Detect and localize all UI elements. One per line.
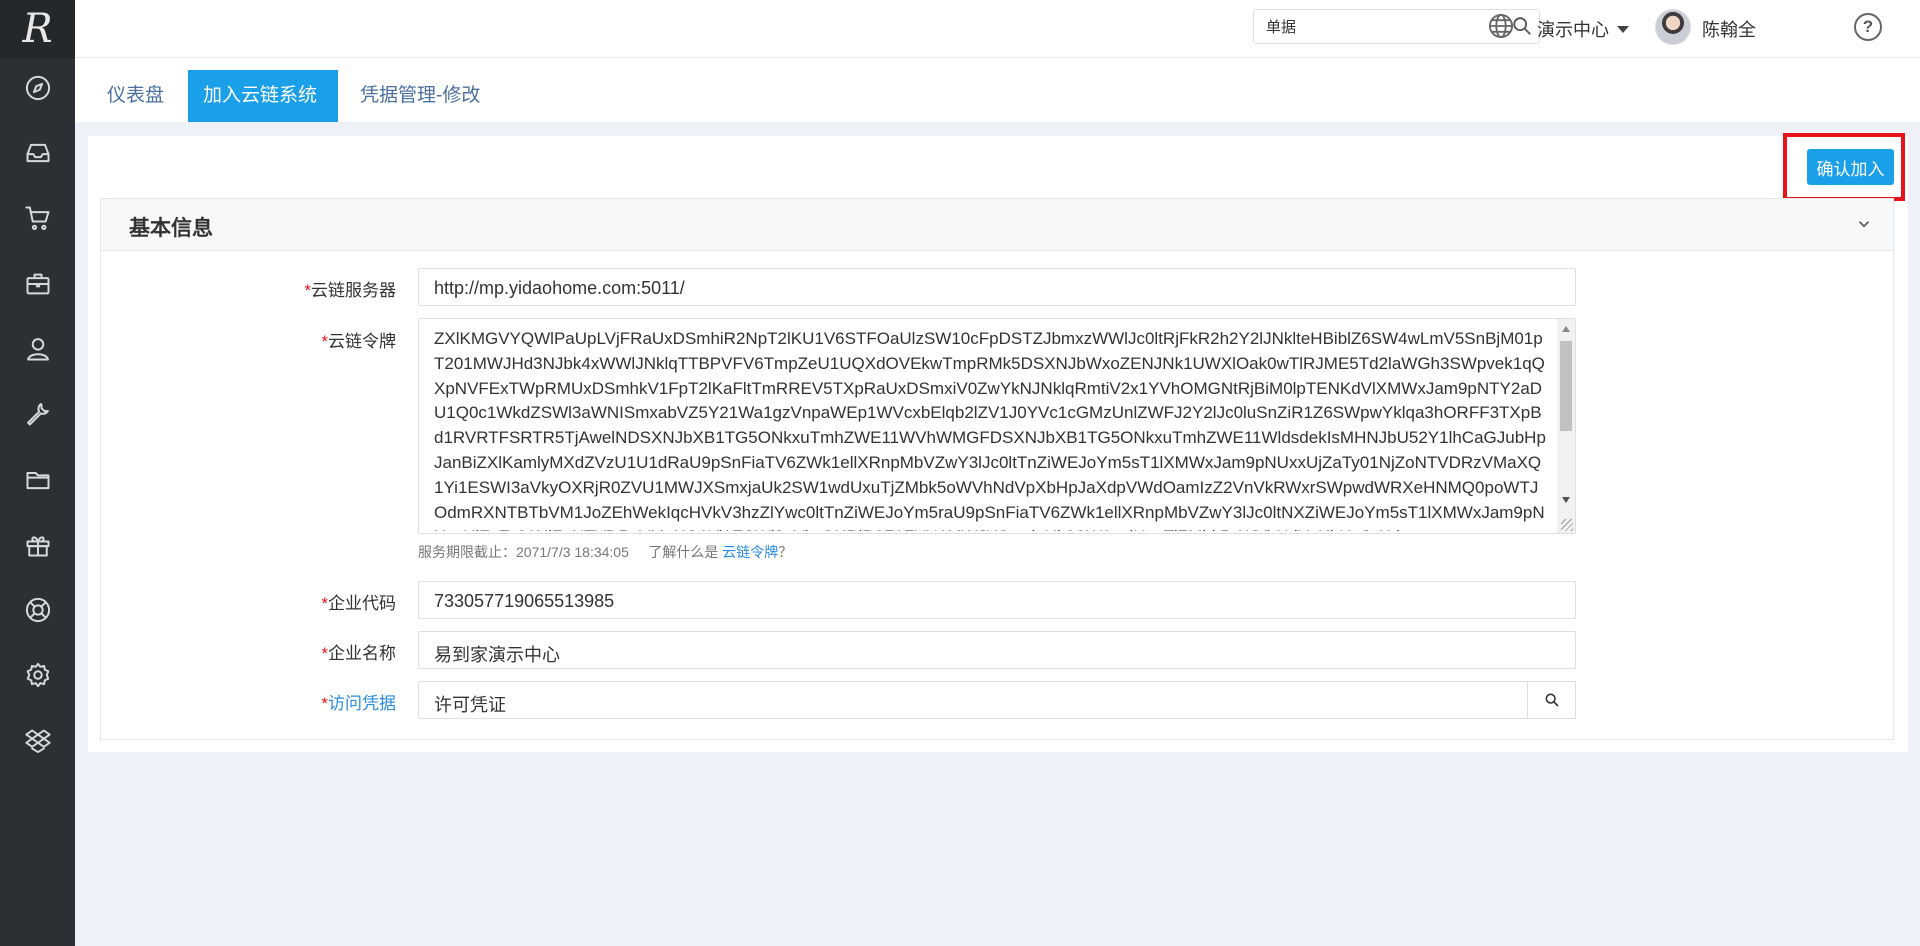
gear-icon [26, 662, 49, 688]
nav-settings[interactable] [0, 653, 75, 697]
resize-handle[interactable] [1561, 519, 1573, 531]
scroll-down-icon[interactable] [1562, 497, 1570, 503]
gift-icon [26, 536, 49, 557]
section-header[interactable]: 基本信息 [101, 199, 1893, 251]
required-mark: * [321, 694, 328, 713]
tab-label: 加入云链系统 [203, 85, 318, 106]
server-label: *云链服务器 [304, 281, 396, 300]
nav-compass[interactable] [0, 66, 75, 110]
token-help-link[interactable]: 云链令牌 [722, 544, 778, 560]
nav-user[interactable] [0, 327, 75, 371]
briefcase-icon [26, 273, 49, 295]
user-icon [26, 338, 49, 361]
company-code-field[interactable]: 733057719065513985 [418, 581, 1576, 619]
org-switcher[interactable]: 演示中心 [1537, 16, 1629, 42]
nav-folder[interactable] [0, 458, 75, 502]
required-mark: * [304, 281, 311, 300]
org-label: 演示中心 [1537, 20, 1609, 40]
token-text[interactable]: ZXlKMGVYQWlPaUpLVjFRaUxDSmhiR2NpT2lKU1V6… [434, 327, 1549, 531]
nav-cart[interactable] [0, 196, 75, 240]
username[interactable]: 陈翰全 [1702, 16, 1756, 42]
name-label: *企业名称 [321, 644, 396, 663]
search-icon [1545, 693, 1559, 707]
inbox-icon [26, 143, 49, 163]
search-input[interactable] [1254, 10, 1494, 43]
confirm-join-button[interactable]: 确认加入 [1807, 149, 1894, 185]
tab-label: 凭据管理-修改 [360, 85, 481, 106]
tab-bar: 仪表盘 加入云链系统✖ 凭据管理-修改 [75, 58, 1920, 157]
app-logo[interactable]: R [0, 0, 75, 58]
folder-icon [26, 472, 49, 490]
avatar[interactable] [1655, 9, 1691, 45]
tab-join-cloud-chain[interactable]: 加入云链系统✖ [188, 70, 338, 157]
tab-credential-edit[interactable]: 凭据管理-修改 [345, 70, 495, 122]
token-hint: 服务期限截止：2071/7/3 18:34:05 了解什么是 云链令牌？ [418, 544, 793, 560]
tab-label: 仪表盘 [107, 85, 165, 106]
help-icon[interactable]: ? [1854, 13, 1882, 41]
cart-icon [24, 206, 49, 230]
server-field[interactable]: http://mp.yidaohome.com:5011/ [418, 268, 1576, 306]
credential-field[interactable]: 许可凭证 [418, 681, 1576, 719]
required-mark: * [321, 332, 328, 351]
scrollbar[interactable] [1557, 319, 1575, 533]
nav-gift[interactable] [0, 523, 75, 567]
language-icon[interactable] [1487, 12, 1517, 42]
compass-icon [25, 75, 50, 101]
section-title: 基本信息 [129, 217, 213, 240]
wrench-icon [26, 403, 49, 426]
sidebar: R [0, 0, 75, 946]
company-name-field[interactable]: 易到家演示中心 [418, 631, 1576, 669]
tab-dashboard[interactable]: 仪表盘 [92, 70, 179, 122]
nav-dropbox[interactable] [0, 719, 75, 763]
caret-down-icon [1617, 25, 1629, 33]
scroll-up-icon[interactable] [1562, 326, 1570, 332]
nav-support[interactable] [0, 588, 75, 632]
token-textarea[interactable]: ZXlKMGVYQWlPaUpLVjFRaUxDSmhiR2NpT2lKU1V6… [418, 318, 1576, 534]
required-mark: * [321, 644, 328, 663]
lifebuoy-icon [25, 597, 50, 623]
chevron-down-icon[interactable] [1855, 215, 1875, 235]
top-header [75, 0, 1920, 58]
layers-icon [24, 729, 51, 754]
scrollbar-thumb[interactable] [1560, 341, 1572, 431]
nav-inbox[interactable] [0, 131, 75, 175]
token-label: *云链令牌 [321, 332, 396, 351]
required-mark: * [321, 594, 328, 613]
nav-tools[interactable] [0, 392, 75, 436]
credential-label[interactable]: *访问凭据 [196, 689, 396, 714]
code-label: *企业代码 [321, 594, 396, 613]
logo-glyph: R [22, 6, 53, 52]
nav-briefcase[interactable] [0, 262, 75, 306]
credential-lookup-button[interactable] [1527, 681, 1576, 719]
